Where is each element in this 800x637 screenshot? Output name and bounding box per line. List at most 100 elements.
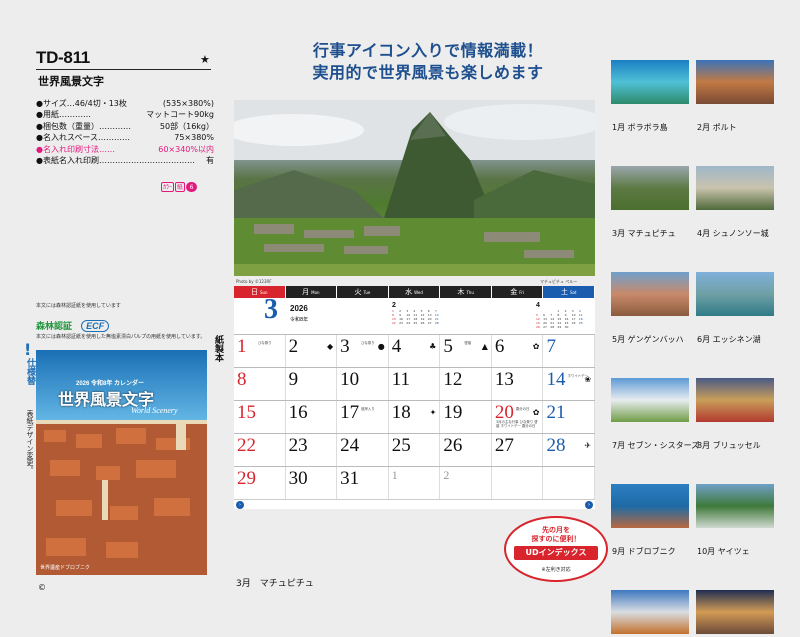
product-code: TD-811: [36, 48, 90, 67]
day-number: 26: [443, 435, 463, 456]
headline-line-2: 実用的で世界風景も楽しめます: [312, 63, 544, 82]
spec-value: 有: [206, 155, 214, 165]
star-mark: ★: [200, 53, 210, 66]
ud-badge-title: UDインデックス: [514, 546, 598, 560]
day-cell: 7: [543, 335, 596, 367]
day-number: 14: [546, 369, 566, 390]
mini-day: 24: [571, 321, 576, 325]
day-number: 6: [494, 336, 505, 357]
thumbnail-month: 5月: [612, 335, 626, 344]
thumbnail-month: 9月: [612, 547, 626, 556]
thumbnail-caption: 1月 ボラボラ島: [612, 122, 668, 133]
day-cell: 2: [440, 467, 492, 499]
thumbnail-month: 3月: [612, 229, 626, 238]
day-cell: 11: [389, 368, 441, 400]
event-icon: ●: [377, 342, 385, 351]
day-cell: 22: [234, 434, 286, 466]
weekday-en: Wed: [414, 290, 423, 295]
spec-label: ●表紙名入れ印刷………………………………: [36, 155, 195, 165]
thumbnail-place: セブン・シスターズ: [627, 441, 700, 450]
ud-index-badge: 先の月を 探すのに便利！ UDインデックス ※左利き対応: [504, 516, 608, 582]
spec-value: 75×380%: [174, 133, 214, 143]
ud-badge-note: ※左利き対応: [541, 567, 571, 573]
month-thumbnail: [696, 60, 774, 104]
thumbnail-caption: 5月 ゲンゲンバッハ: [612, 334, 684, 345]
spec-value: (535×380%): [162, 99, 214, 108]
weekday-en: Tue: [363, 290, 371, 295]
machu-picchu-illustration: [234, 100, 595, 276]
day-number: 3: [340, 336, 350, 357]
day-cell: 1 ひな祭り: [234, 335, 286, 367]
event-icon: ✦: [429, 408, 437, 417]
weekday-en: Thu: [466, 290, 474, 295]
pulp-note: 本文には森林認証紙を使用した無塩素漂白パルプの用紙を使用しています。: [36, 334, 206, 340]
thumbnail-month: 2月: [697, 123, 711, 132]
weekday-cell: 水 Wed: [388, 286, 441, 298]
weekday-cell: 月 Mon: [285, 286, 338, 298]
day-note: 春分の日: [515, 407, 530, 411]
thumbnail-caption: 7月 セブン・シスターズ: [612, 440, 699, 451]
day-number: 24: [340, 435, 360, 456]
count-badge: 6: [186, 182, 198, 192]
week-row: 29 30 31 1 2: [234, 466, 596, 499]
weekday-cell: 火 Tue: [337, 286, 389, 298]
month-thumbnail: [611, 590, 689, 634]
day-number: 12: [443, 369, 463, 390]
week-row: 22 23 24 25 26 27 28 ✈: [234, 433, 596, 466]
spec-label: ●梱包数（重量）…………: [36, 121, 131, 131]
day-cell: 16: [286, 401, 338, 433]
month-thumbnail: [696, 590, 774, 634]
day-number: 29: [237, 468, 256, 489]
day-number: 9: [288, 369, 299, 390]
day-number: 31: [340, 468, 360, 489]
weekday-jp: 月: [302, 288, 310, 296]
date-grid: 1 ひな祭り 2 ◆ 3 ひな祭り ● 4 ♣ 5 啓蟄 ▲ 6 ✿ 7 8 9 10 11 12 13 14 ホワイトデー…: [234, 334, 596, 499]
thumbnail-caption: 2月 ポルト: [697, 122, 737, 133]
weekday-cell: 金 Fri: [491, 286, 544, 298]
spec-row: ●名入れスペース………… 75×380%: [36, 132, 214, 143]
event-icon: ✿: [532, 342, 540, 351]
thumbnail-month: 4月: [697, 229, 711, 238]
day-cell: 8: [234, 368, 286, 400]
binding-label: 紙製本: [213, 335, 223, 362]
exclamation-icon: !: [24, 340, 32, 359]
day-note: ひな祭り: [361, 341, 375, 345]
day-cell: 24: [337, 434, 389, 466]
month-thumbnail: [696, 378, 774, 422]
mini-calendar-prev-grid: 1 2 3 4 5 6 7 8 9 10 11 12 13 14 15 16 17 18 19 20 21 22 23 24 2…: [392, 309, 442, 325]
calendar-footer: › ›: [234, 499, 595, 509]
day-cell: 19: [440, 401, 492, 433]
day-number: 21: [546, 402, 566, 423]
event-icon: ❀: [584, 375, 592, 384]
day-cell: 12: [440, 368, 492, 400]
thumbnail-place: ドブロブニク: [627, 547, 676, 556]
day-cell: 23: [286, 434, 338, 466]
day-cell: 9: [286, 368, 338, 400]
day-cell: 2 ◆: [286, 335, 338, 367]
day-cell: [543, 467, 596, 499]
day-number: 27: [494, 435, 514, 456]
cover-town-illustration: [36, 420, 207, 575]
thumbnail-caption: 6月 エッシネン湖: [697, 334, 761, 345]
mini-day: 24: [406, 321, 411, 325]
day-number: 1: [391, 468, 398, 482]
month-number: 3: [264, 294, 278, 325]
week-row: 1 ひな祭り 2 ◆ 3 ひな祭り ● 4 ♣ 5 啓蟄 ▲ 6 ✿ 7: [234, 334, 596, 367]
day-number: 22: [237, 435, 256, 456]
day-number: 4: [391, 336, 402, 357]
day-cell: 31: [337, 467, 389, 499]
thumbnail-place: ボラボラ島: [627, 123, 668, 132]
thumbnail-month: 7月: [612, 441, 626, 450]
day-number: 2: [288, 336, 299, 357]
mini-day: 28: [550, 325, 555, 329]
month-thumbnail: [696, 484, 774, 528]
thumbnail-place: ヤイツェ: [717, 547, 750, 556]
weekday-jp: 木: [457, 288, 465, 296]
thumbnail-caption: 8月 ブリュッセル: [697, 440, 761, 451]
month-thumbnail: [611, 484, 689, 528]
day-cell: 30: [286, 467, 338, 499]
spec-label: ●名入れスペース…………: [36, 133, 131, 143]
weekday-header: 日 Sun 月 Mon 火 Tue 水 Wed 木 Thu 金 Fri 土 Sat: [234, 286, 596, 298]
day-number: 11: [391, 369, 411, 390]
mini-day: 28: [434, 321, 439, 325]
